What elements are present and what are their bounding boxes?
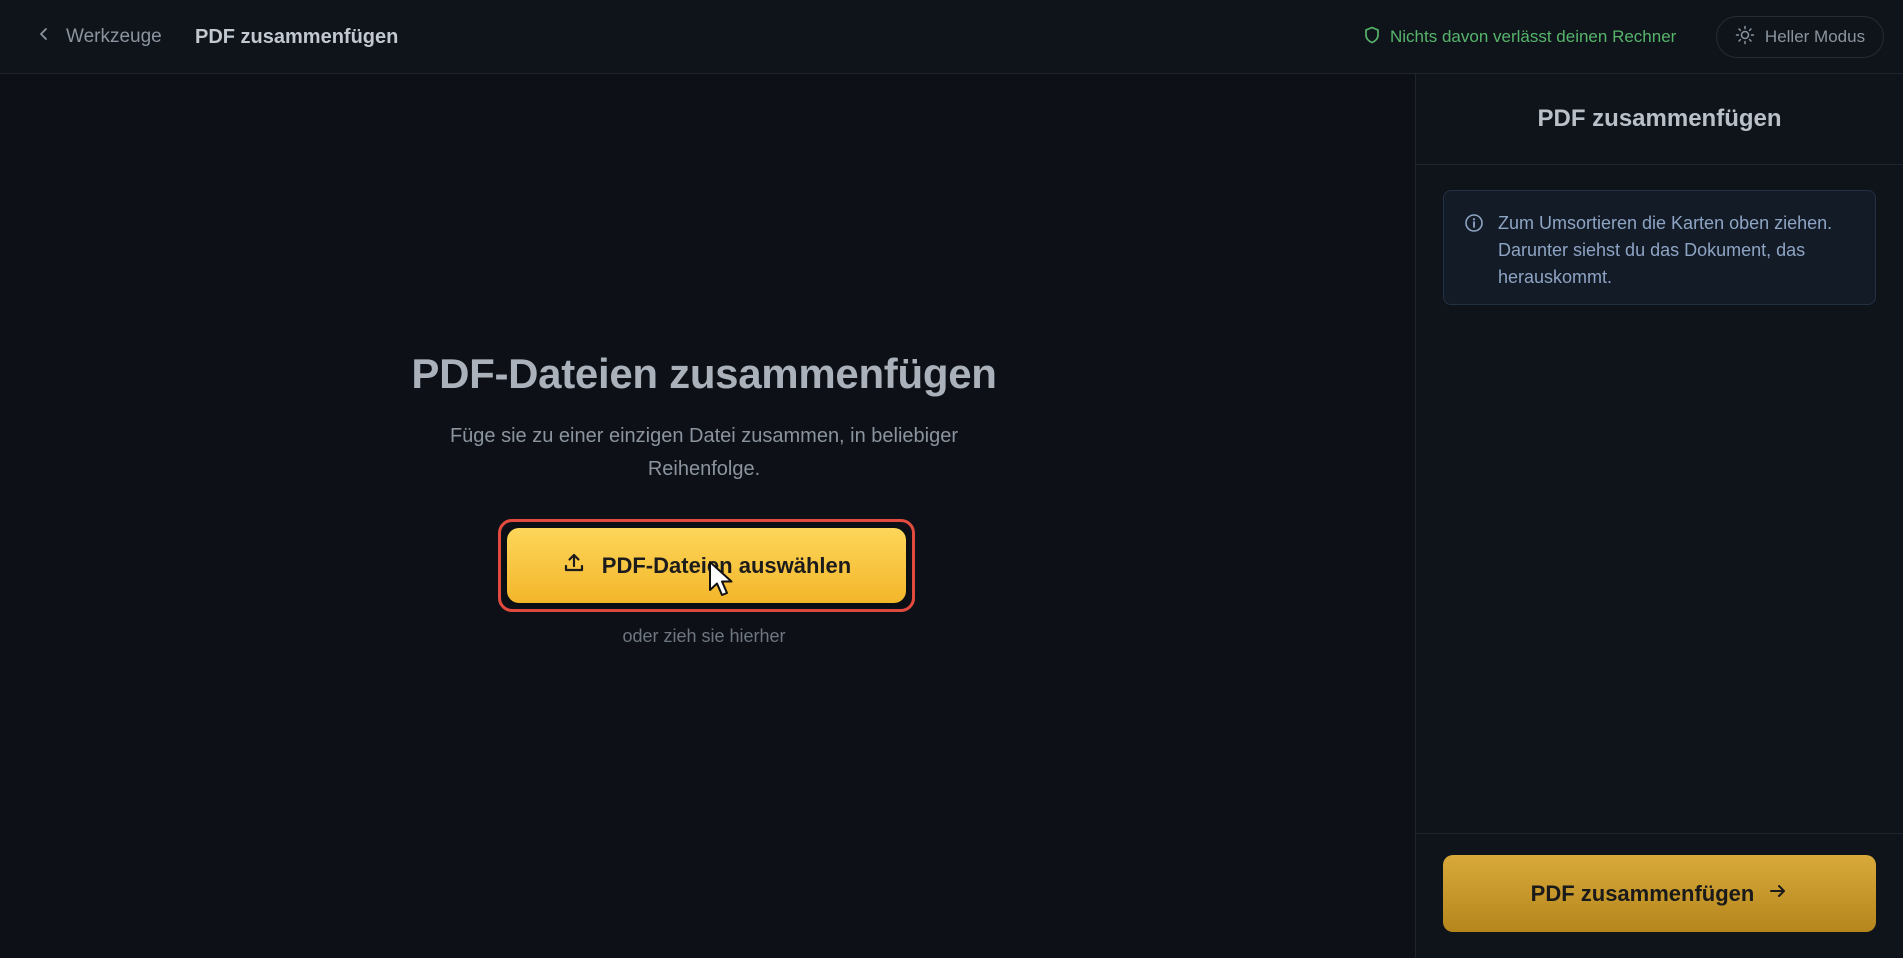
merge-pdf-button[interactable]: PDF zusammenfügen	[1443, 855, 1876, 932]
sidebar-footer: PDF zusammenfügen	[1416, 833, 1903, 958]
back-link-label: Werkzeuge	[66, 26, 162, 47]
main-area: PDF-Dateien zusammenfügen Füge sie zu ei…	[0, 74, 1415, 958]
chevron-left-icon	[36, 26, 52, 48]
theme-toggle-button[interactable]: Heller Modus	[1716, 16, 1884, 58]
arrow-right-icon	[1768, 881, 1788, 907]
sidebar: PDF zusammenfügen Zum Umsortieren die Ka…	[1415, 74, 1903, 958]
info-card-text: Zum Umsortieren die Karten oben ziehen. …	[1498, 213, 1833, 287]
merge-pdf-label: PDF zusammenfügen	[1530, 880, 1755, 906]
top-bar: Werkzeuge PDF zusammenfügen Nichts davon…	[0, 0, 1903, 74]
page-title: PDF zusammenfügen	[195, 25, 399, 48]
theme-toggle-label: Heller Modus	[1764, 27, 1866, 46]
upload-icon	[562, 551, 586, 581]
mouse-pointer-icon	[708, 560, 736, 600]
sun-icon	[1735, 25, 1755, 50]
select-pdf-files-button[interactable]: PDF-Dateien auswählen	[507, 528, 906, 603]
info-card: Zum Umsortieren die Karten oben ziehen. …	[1443, 190, 1876, 305]
drop-hint: oder zieh sie hierher	[622, 626, 786, 646]
sidebar-title: PDF zusammenfügen	[1416, 74, 1903, 165]
main-subtitle: Füge sie zu einer einzigen Datei zusamme…	[449, 425, 959, 480]
hero: PDF-Dateien zusammenfügen Füge sie zu ei…	[304, 350, 1104, 486]
shield-icon	[1364, 26, 1380, 49]
privacy-note-text: Nichts davon verlässt deinen Rechner	[1390, 27, 1677, 46]
back-link[interactable]: Werkzeuge	[36, 24, 162, 50]
upload-button-highlight: PDF-Dateien auswählen	[498, 519, 915, 612]
privacy-note: Nichts davon verlässt deinen Rechner	[1364, 24, 1676, 50]
main-heading: PDF-Dateien zusammenfügen	[411, 350, 997, 397]
